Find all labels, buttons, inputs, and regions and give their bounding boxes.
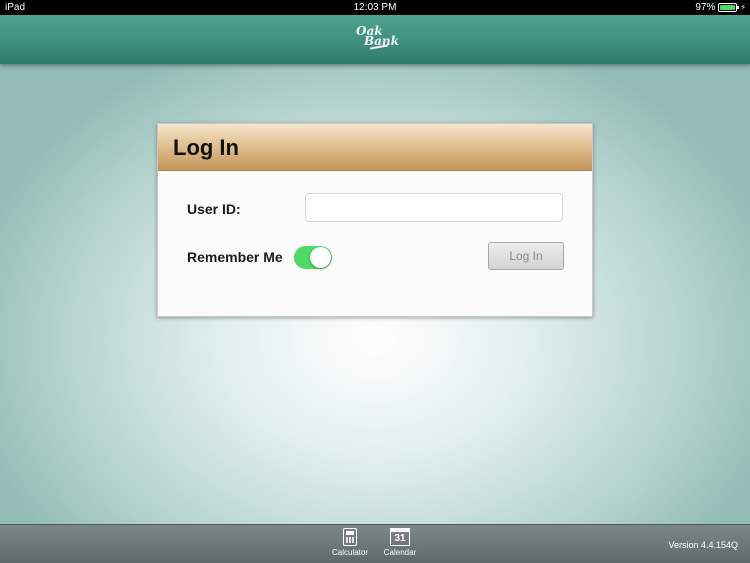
calendar-icon-day: 31 <box>394 533 406 544</box>
clock: 12:03 PM <box>353 2 397 13</box>
battery-fill <box>720 5 735 10</box>
calculator-tab[interactable]: Calculator <box>325 528 375 557</box>
remember-me-toggle[interactable] <box>294 246 332 269</box>
calendar-tab[interactable]: 31 Calendar <box>375 528 425 557</box>
user-id-input[interactable] <box>305 193 563 222</box>
calculator-icon <box>343 528 357 546</box>
status-bar: iPad 12:03 PM 97% ⚡ <box>0 0 750 15</box>
calendar-icon: 31 <box>390 528 410 546</box>
oak-bank-logo: Oak Bank <box>354 24 399 56</box>
app-footer: Calculator 31 Calendar Version 4.4.154Q <box>0 524 750 563</box>
login-title: Log In <box>173 135 239 160</box>
toggle-knob <box>310 247 331 268</box>
calculator-label: Calculator <box>331 548 368 557</box>
battery-percent: 97% <box>695 2 716 13</box>
login-panel-header: Log In <box>158 124 592 171</box>
app-header: Oak Bank <box>0 15 750 64</box>
charging-bolt-icon: ⚡ <box>740 3 746 12</box>
user-id-label: User ID: <box>187 201 241 217</box>
battery-icon <box>718 3 740 12</box>
remember-me-label: Remember Me <box>187 249 283 265</box>
calendar-label: Calendar <box>383 548 417 557</box>
version-label: Version 4.4.154Q <box>668 540 738 550</box>
login-panel: Log In User ID: Remember Me Log In <box>157 123 593 317</box>
battery-nub <box>737 6 740 9</box>
battery-status: 97% ⚡ <box>695 0 746 15</box>
login-button[interactable]: Log In <box>488 242 564 270</box>
